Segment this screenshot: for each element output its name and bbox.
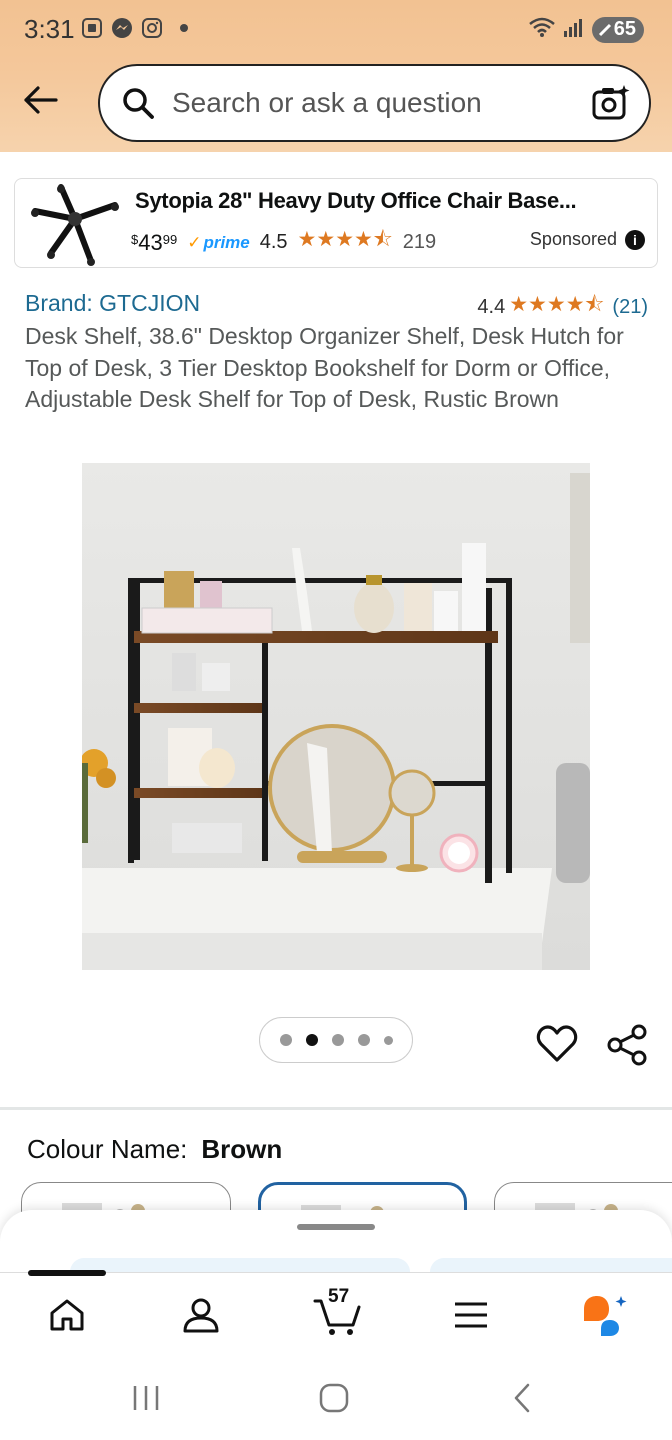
home-circle-icon <box>319 1383 349 1413</box>
sponsored-ad[interactable]: Sytopia 28" Heavy Duty Office Chair Base… <box>14 178 658 268</box>
prime-label: prime <box>203 232 250 252</box>
bottom-sheet: 57 <box>0 1210 672 1440</box>
price-whole: 43 <box>138 229 163 255</box>
sponsored-text: Sponsored <box>529 229 617 249</box>
ad-price: $43 99 <box>131 230 177 256</box>
carousel-dot[interactable] <box>357 1034 370 1046</box>
recent-apps-button[interactable] <box>126 1382 166 1414</box>
sheet-drag-handle[interactable] <box>297 1224 375 1230</box>
nav-active-indicator <box>28 1270 106 1276</box>
ad-review-count: 219 <box>402 231 437 253</box>
camera-search-icon[interactable] <box>591 83 631 123</box>
rating-stars-icon: ★★★★⯪ <box>509 293 605 316</box>
messenger-icon <box>110 16 134 40</box>
image-carousel-indicator[interactable] <box>259 1017 413 1063</box>
sheet-card <box>430 1258 672 1272</box>
system-back-button[interactable] <box>502 1382 542 1414</box>
carousel-dot-active[interactable] <box>305 1034 318 1046</box>
prime-check-icon: ✓ <box>187 232 202 252</box>
ad-rating: 4.5 <box>259 231 288 253</box>
signal-icon <box>562 16 586 43</box>
product-image[interactable] <box>82 463 590 970</box>
header: 3:31 65 <box>0 0 672 152</box>
ad-stars-icon: ★★★★⯪ <box>297 228 393 251</box>
sheet-card <box>70 1258 410 1272</box>
nav-menu[interactable] <box>446 1290 496 1340</box>
info-icon[interactable]: i <box>625 229 645 250</box>
back-button[interactable] <box>20 80 60 120</box>
battery-level: 65 <box>613 18 636 40</box>
status-time: 3:31 <box>24 14 75 44</box>
system-status-icons: 65 <box>528 16 644 43</box>
section-divider <box>0 1107 672 1110</box>
product-title: Desk Shelf, 38.6" Desktop Organizer Shel… <box>25 323 624 412</box>
recent-apps-icon <box>133 1386 159 1410</box>
sponsored-label[interactable]: Sponsored i <box>530 229 645 250</box>
menu-icon <box>455 1302 487 1328</box>
back-arrow-icon <box>24 86 58 114</box>
rufus-assistant-icon <box>584 1296 627 1336</box>
screenshot-icon <box>80 16 104 40</box>
rating-count[interactable]: (21) <box>612 296 648 319</box>
colour-selector-label: Colour Name: Brown <box>27 1134 282 1165</box>
colour-label: Colour Name: <box>27 1134 188 1164</box>
prime-badge: ✓ prime <box>187 233 250 253</box>
colour-value: Brown <box>201 1134 283 1164</box>
carousel-dot[interactable] <box>279 1034 292 1046</box>
share-icon[interactable] <box>606 1024 648 1066</box>
search-input[interactable] <box>172 87 591 119</box>
search-bar[interactable] <box>98 64 651 142</box>
system-back-icon <box>514 1383 530 1413</box>
carousel-dot[interactable] <box>331 1034 344 1046</box>
system-navigation-bar <box>0 1370 672 1426</box>
search-icon <box>123 88 154 119</box>
ad-title[interactable]: Sytopia 28" Heavy Duty Office Chair Base… <box>135 188 577 214</box>
nav-cart[interactable]: 57 <box>310 1286 366 1340</box>
notification-icons <box>80 16 188 40</box>
status-bar: 3:31 65 <box>0 0 672 58</box>
nav-home[interactable] <box>42 1290 92 1340</box>
heart-icon[interactable] <box>536 1024 578 1064</box>
product-rating[interactable]: 4.4 ★★★★⯪ (21) <box>477 290 648 325</box>
brand-link[interactable]: Brand: GTCJION <box>25 290 200 317</box>
dot-icon <box>180 24 188 32</box>
chair-base-image <box>31 184 119 266</box>
cart-count: 57 <box>328 1286 350 1307</box>
nav-rufus[interactable] <box>580 1290 630 1340</box>
nav-account[interactable] <box>176 1290 226 1340</box>
price-currency: $ <box>131 231 139 247</box>
battery-icon: 65 <box>591 16 644 43</box>
ad-details: $43 99 ✓ prime 4.5 ★★★★⯪ 219 <box>131 225 436 260</box>
instagram-icon <box>140 16 164 40</box>
carousel-dot[interactable] <box>383 1035 393 1045</box>
price-fraction: 99 <box>162 231 178 247</box>
rating-value: 4.4 <box>477 296 506 318</box>
home-button[interactable] <box>314 1382 354 1414</box>
home-icon <box>50 1299 84 1331</box>
account-icon <box>183 1298 219 1333</box>
wifi-icon <box>528 16 556 43</box>
